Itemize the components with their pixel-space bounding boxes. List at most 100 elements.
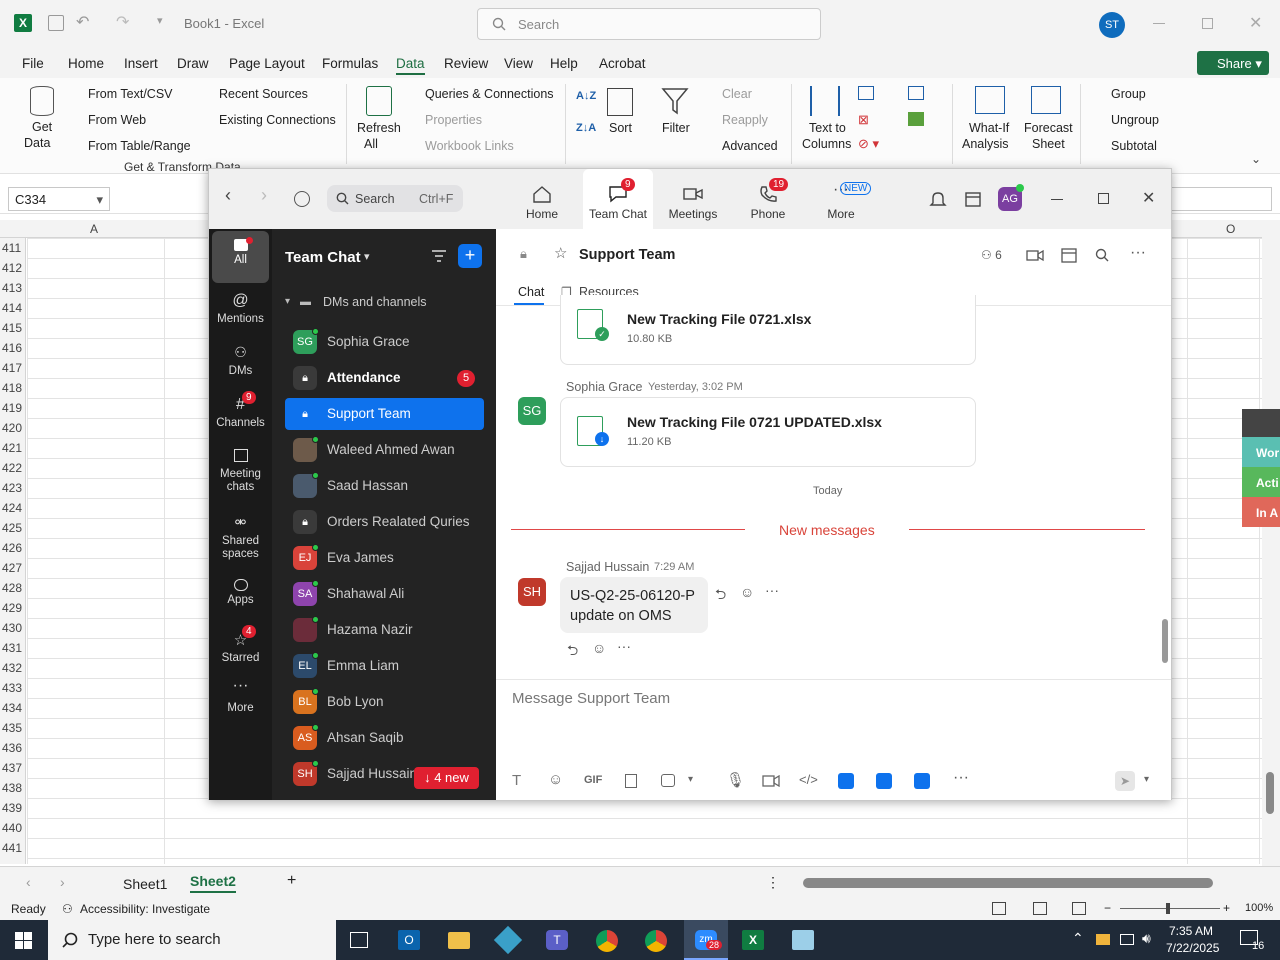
tab-phone[interactable]: Phone 19: [733, 169, 803, 229]
row-number[interactable]: 426: [0, 541, 26, 555]
side-panel-inactive[interactable]: In A: [1242, 497, 1280, 527]
contact-item[interactable]: Hazama Nazir: [285, 614, 484, 646]
tab-team-chat[interactable]: Team Chat 9: [583, 169, 653, 229]
send-button[interactable]: ➤: [1115, 771, 1135, 791]
gif-icon[interactable]: GIF: [584, 774, 602, 786]
clock-date[interactable]: 7/22/2025: [1166, 941, 1219, 955]
from-table-range[interactable]: From Table/Range: [88, 139, 191, 153]
chrome-icon[interactable]: [596, 930, 618, 952]
file-attachment[interactable]: ✓ New Tracking File 0721.xlsx 10.80 KB: [560, 295, 976, 365]
next-sheet-icon[interactable]: ›: [60, 874, 65, 890]
row-number[interactable]: 433: [0, 681, 26, 695]
outlook-icon[interactable]: O: [398, 930, 420, 950]
tab-more[interactable]: ··· More NEW: [806, 169, 876, 229]
mail-tray-icon[interactable]: [1096, 934, 1110, 945]
recent-sources[interactable]: Recent Sources: [219, 87, 308, 101]
what-if-1[interactable]: What-If: [969, 121, 1009, 135]
contact-item[interactable]: SG Sophia Grace: [285, 326, 484, 358]
scroll-thumb[interactable]: [1266, 772, 1274, 814]
row-number[interactable]: 425: [0, 521, 26, 535]
advanced-label[interactable]: Advanced: [722, 139, 778, 153]
contact-item[interactable]: AS Ahsan Saqib: [285, 722, 484, 754]
row-number[interactable]: 420: [0, 421, 26, 435]
reply-icon[interactable]: ⮌: [715, 584, 726, 608]
new-messages-pill[interactable]: ↓ 4 new: [414, 767, 479, 789]
video-message-icon[interactable]: [762, 775, 780, 787]
menu-insert[interactable]: Insert: [124, 56, 158, 71]
menu-help[interactable]: Help: [550, 56, 578, 71]
chevron-up-icon[interactable]: ⌃: [1072, 930, 1084, 947]
sheet-tab-1[interactable]: Sheet1: [123, 876, 167, 892]
contact-item[interactable]: Waleed Ahmed Awan: [285, 434, 484, 466]
star-icon[interactable]: ☆: [554, 244, 567, 262]
row-number[interactable]: 438: [0, 781, 26, 795]
more-options-icon[interactable]: ···: [953, 769, 969, 787]
minimize-icon[interactable]: [1051, 199, 1063, 200]
get-data-label-1[interactable]: Get: [32, 120, 52, 134]
sidebar-item-mentions[interactable]: @ Mentions: [209, 292, 272, 325]
contact-item[interactable]: BL Bob Lyon: [285, 686, 484, 718]
from-text-csv[interactable]: From Text/CSV: [88, 87, 173, 101]
normal-view-icon[interactable]: [992, 902, 1006, 915]
column-o[interactable]: O: [1226, 222, 1235, 236]
sort-za-icon[interactable]: Z↓A: [576, 122, 596, 134]
chrome-profile-icon[interactable]: [645, 930, 667, 952]
data-validation-icon[interactable]: ⊘ ▾: [858, 136, 879, 152]
chevron-down-icon[interactable]: ▾: [364, 250, 370, 263]
menu-formulas[interactable]: Formulas: [322, 56, 378, 71]
row-number[interactable]: 414: [0, 301, 26, 315]
formula-input[interactable]: [1172, 187, 1272, 211]
app-taskbar-icon[interactable]: [792, 930, 814, 950]
zoom-search[interactable]: Search Ctrl+F: [327, 185, 463, 212]
bell-icon[interactable]: [929, 190, 947, 208]
row-number[interactable]: 436: [0, 741, 26, 755]
redo-icon[interactable]: ↷: [116, 12, 129, 32]
microphone-icon[interactable]: 🎙︎: [726, 771, 745, 789]
properties[interactable]: Properties: [425, 113, 482, 127]
row-number[interactable]: 416: [0, 341, 26, 355]
file-attachment[interactable]: ↓ New Tracking File 0721 UPDATED.xlsx 11…: [560, 397, 976, 467]
side-panel-active[interactable]: Acti: [1242, 467, 1280, 497]
account-avatar[interactable]: ST: [1099, 12, 1125, 38]
emoji-icon[interactable]: ☺: [548, 771, 563, 788]
more-options-icon[interactable]: ···: [617, 638, 631, 654]
subtotal-label[interactable]: Subtotal: [1111, 139, 1157, 153]
taskbar-search-box[interactable]: Type here to search: [48, 920, 336, 960]
video-icon[interactable]: [1026, 249, 1044, 262]
consolidate-icon[interactable]: [908, 86, 924, 100]
app-chat-icon[interactable]: [876, 773, 892, 789]
sidebar-item-more[interactable]: ··· More: [209, 678, 272, 715]
calendar-icon[interactable]: [1061, 247, 1077, 263]
sidebar-item-channels[interactable]: # Channels: [209, 396, 272, 429]
clock-time[interactable]: 7:35 AM: [1169, 924, 1213, 938]
horizontal-scrollbar[interactable]: [803, 878, 1213, 888]
filter-label[interactable]: Filter: [662, 121, 690, 135]
menu-home[interactable]: Home: [68, 56, 104, 71]
sender-name[interactable]: Sophia Grace: [566, 380, 642, 394]
page-layout-view-icon[interactable]: [1033, 902, 1047, 915]
row-number[interactable]: 411: [0, 241, 26, 255]
refresh-all-label-1[interactable]: Refresh: [357, 121, 401, 135]
what-if-2[interactable]: Analysis: [962, 137, 1009, 151]
close-icon[interactable]: ✕: [1249, 13, 1262, 33]
composer-input[interactable]: Message Support Team: [512, 690, 670, 707]
text-to-columns-2[interactable]: Columns: [802, 137, 851, 151]
row-number[interactable]: 418: [0, 381, 26, 395]
more-options-icon[interactable]: ···: [1130, 244, 1146, 262]
forward-icon[interactable]: ›: [261, 185, 267, 206]
forecast-2[interactable]: Sheet: [1032, 137, 1065, 151]
page-break-view-icon[interactable]: [1072, 902, 1086, 915]
existing-connections[interactable]: Existing Connections: [219, 113, 336, 127]
contact-item[interactable]: Saad Hassan: [285, 470, 484, 502]
row-number[interactable]: 432: [0, 661, 26, 675]
new-chat-button[interactable]: +: [458, 244, 482, 268]
row-number[interactable]: 413: [0, 281, 26, 295]
menu-view[interactable]: View: [504, 56, 533, 71]
excel-taskbar-icon[interactable]: X: [742, 930, 764, 950]
network-icon[interactable]: [1120, 934, 1134, 945]
forecast-1[interactable]: Forecast: [1024, 121, 1073, 135]
reply-icon[interactable]: ⮌: [567, 640, 578, 664]
excel-search-box[interactable]: Search: [477, 8, 821, 40]
section-label[interactable]: DMs and channels: [323, 295, 427, 309]
zoom-out-icon[interactable]: −: [1104, 901, 1111, 915]
